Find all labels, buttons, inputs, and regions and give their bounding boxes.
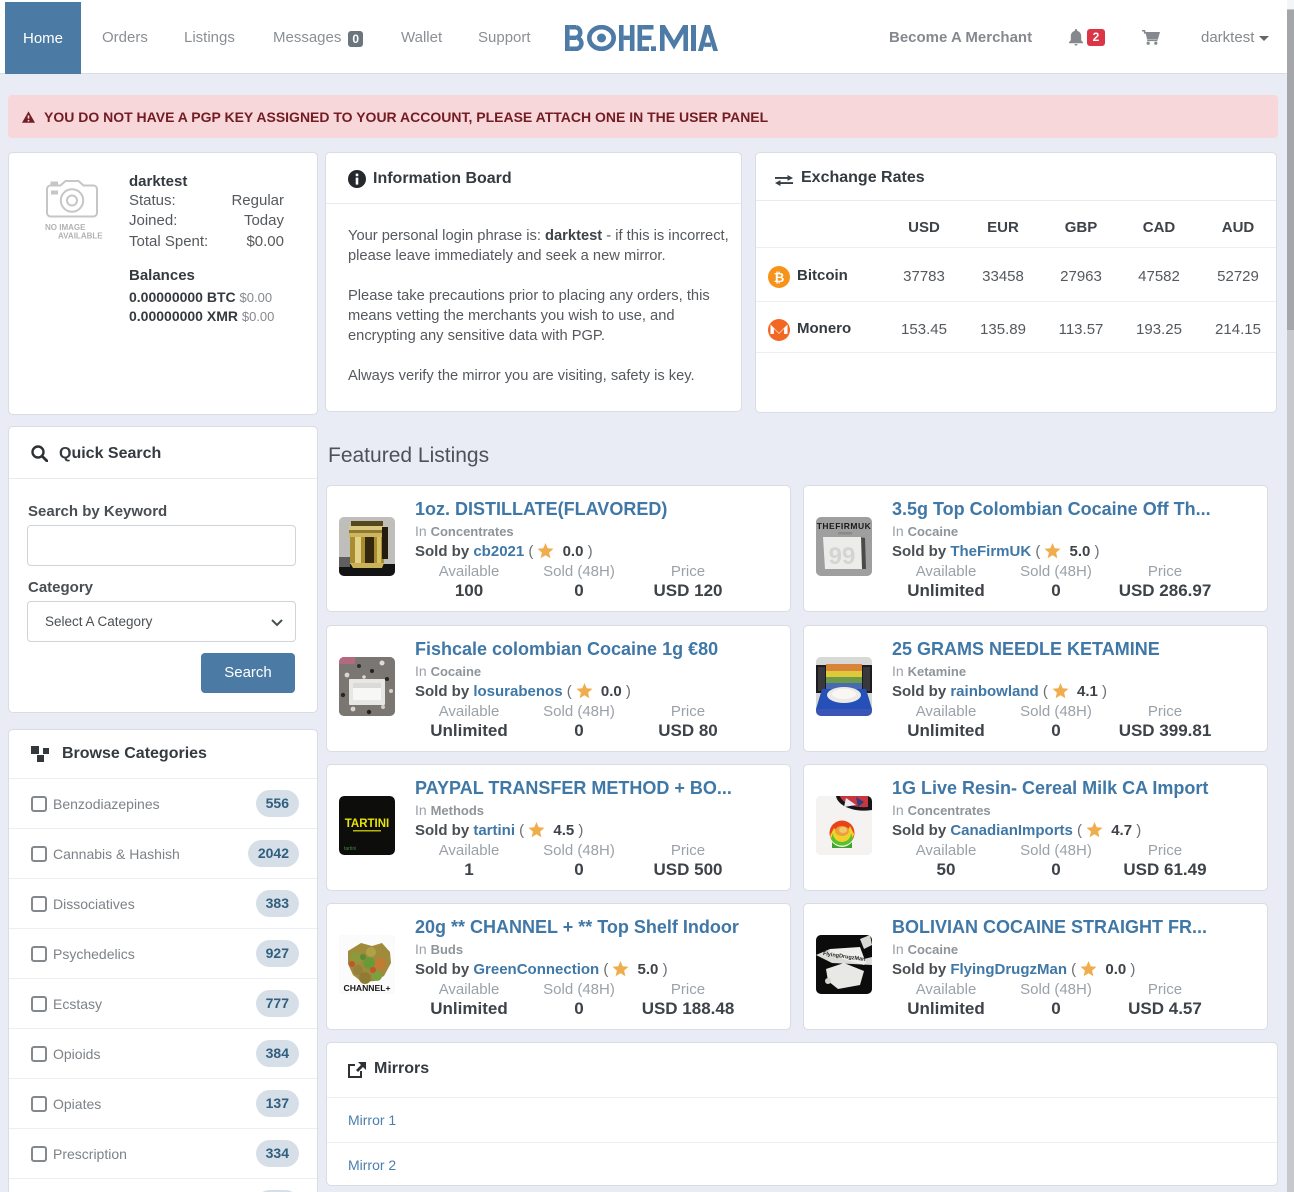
svg-text:THEFIRMUK: THEFIRMUK xyxy=(817,521,872,531)
svg-text:tartini: tartini xyxy=(344,846,356,852)
svg-text:99: 99 xyxy=(829,543,856,570)
svg-text:₿: ₿ xyxy=(774,270,785,285)
svg-text:AVAILABLE: AVAILABLE xyxy=(58,232,103,240)
svg-text:TARTINI: TARTINI xyxy=(345,818,390,830)
svg-text:CHANNEL+: CHANNEL+ xyxy=(343,983,390,993)
